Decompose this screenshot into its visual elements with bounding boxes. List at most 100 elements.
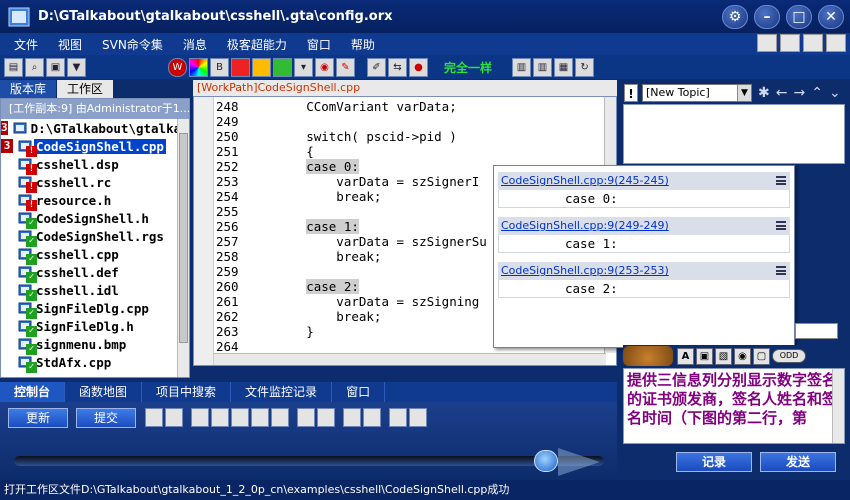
camera-icon[interactable]: ◉ <box>734 347 751 365</box>
image-icon[interactable]: ▣ <box>696 347 713 365</box>
open-folder-icon[interactable]: ▤ <box>4 57 23 77</box>
menu-window[interactable]: 窗口 <box>299 36 339 53</box>
tree-item[interactable]: 3 D:\GTalkabout\gtalkabo <box>1 119 189 137</box>
update-button[interactable]: 更新 <box>8 408 68 428</box>
tab-project-search[interactable]: 项目中搜索 <box>142 382 232 402</box>
menu-lines-icon[interactable] <box>776 266 786 275</box>
menu-lines-icon[interactable] <box>776 176 786 185</box>
menu-svn[interactable]: SVN命令集 <box>94 36 171 53</box>
code-line[interactable]: 263 } <box>216 324 314 339</box>
topic-select[interactable]: [New Topic] ▼ <box>642 84 752 102</box>
back-window-icon[interactable] <box>780 34 800 52</box>
chevron-down-icon[interactable]: ⌄ <box>829 85 841 101</box>
code-line[interactable]: 256 case 1: <box>216 219 359 234</box>
tree-item[interactable]: ✓ StdAfx.cpp <box>1 353 189 373</box>
tree-item[interactable]: ✓ SignFileDlg.h <box>1 317 189 337</box>
gear-d-icon[interactable] <box>251 408 269 427</box>
compare-both-icon[interactable]: ▦ <box>554 57 574 77</box>
tree-item[interactable]: ✓ csshell.def <box>1 263 189 283</box>
code-line[interactable]: 264 <box>216 339 246 354</box>
gear-c-icon[interactable] <box>231 408 249 427</box>
font-icon[interactable]: A <box>677 347 694 365</box>
menu-view[interactable]: 视图 <box>50 36 90 53</box>
menu-geek-powers[interactable]: 极客超能力 <box>219 36 295 53</box>
menu-help[interactable]: 帮助 <box>343 36 383 53</box>
tab-repository[interactable]: 版本库 <box>0 80 58 98</box>
tree-item[interactable]: ✓ CodeSignShell.h <box>1 209 189 229</box>
red-box-icon[interactable] <box>231 57 250 77</box>
code-line[interactable]: 262 break; <box>216 309 381 324</box>
maximize-button[interactable]: □ <box>786 5 812 29</box>
green-icon[interactable] <box>273 57 292 77</box>
code-line[interactable]: 255 <box>216 204 246 219</box>
arrow-right-icon[interactable]: → <box>793 85 805 101</box>
edit-icon[interactable]: ✐ <box>367 57 386 77</box>
color-wheel-icon[interactable] <box>189 57 208 77</box>
minimize-button[interactable]: – <box>754 5 780 29</box>
record-button[interactable]: 记录 <box>676 452 752 472</box>
frame-icon[interactable]: ▢ <box>753 347 770 365</box>
search-compare-icon[interactable] <box>317 408 335 427</box>
find-next-icon[interactable]: ◉ <box>315 57 334 77</box>
chevron-up-icon[interactable]: ⌃ <box>811 85 823 101</box>
chevron-down-icon[interactable]: ▼ <box>737 85 751 101</box>
link-icon[interactable] <box>363 408 381 427</box>
code-line[interactable]: 261 varData = szSigning <box>216 294 479 309</box>
code-line[interactable]: 254 break; <box>216 189 381 204</box>
forward-window-icon[interactable] <box>803 34 823 52</box>
tree-item[interactable]: ! resource.h <box>1 191 189 211</box>
flag-icon[interactable] <box>343 408 361 427</box>
b-icon[interactable]: B <box>210 57 229 77</box>
result-link[interactable]: CodeSignShell.cpp:9(245-245) <box>498 172 790 190</box>
gear-b-icon[interactable] <box>211 408 229 427</box>
send-button[interactable]: 发送 <box>760 452 836 472</box>
message-scrollbar[interactable] <box>832 369 844 443</box>
compare-right-icon[interactable]: ▥ <box>533 57 553 77</box>
tab-file-monitor[interactable]: 文件监控记录 <box>231 382 333 402</box>
menu-messages[interactable]: 消息 <box>175 36 215 53</box>
code-line[interactable]: 259 <box>216 264 246 279</box>
result-link[interactable]: CodeSignShell.cpp:9(249-249) <box>498 217 790 235</box>
settings-gear-icon[interactable]: ⚙ <box>722 5 748 29</box>
save-icon[interactable]: ▣ <box>46 57 65 77</box>
message-input[interactable]: 提供三信息列分别显示数字签名的证书颁发商，签名人姓名和签名时间（下图的第二行，第 <box>623 368 845 444</box>
tree-item[interactable]: ✓ csshell.cpp <box>1 245 189 265</box>
menu-file[interactable]: 文件 <box>6 36 46 53</box>
code-line[interactable]: 258 break; <box>216 249 381 264</box>
tree-scrollbar[interactable] <box>177 119 189 377</box>
tree-item[interactable]: ✓ SignFileDlg.cpp <box>1 299 189 319</box>
user-icon[interactable]: ● <box>409 57 428 77</box>
code-line[interactable]: 250 switch( pscid->pid ) <box>216 129 457 144</box>
image-view-icon[interactable] <box>409 408 427 427</box>
w-icon[interactable]: W <box>168 57 187 77</box>
tab-function-map[interactable]: 函数地图 <box>65 382 143 402</box>
filter-icon[interactable]: ▼ <box>67 57 86 77</box>
copy-icon[interactable] <box>165 408 183 427</box>
tab-window[interactable]: 窗口 <box>332 382 386 402</box>
close-document-icon[interactable] <box>826 34 846 52</box>
editor-horizontal-scrollbar[interactable] <box>214 353 606 365</box>
gear-e-icon[interactable] <box>271 408 289 427</box>
layout-list-icon[interactable] <box>757 34 777 52</box>
alert-icon[interactable]: ! <box>624 84 638 102</box>
code-line[interactable]: 251 { <box>216 144 314 159</box>
tab-console[interactable]: 控制台 <box>0 382 66 402</box>
tree-item[interactable]: ✓ csshell.idl <box>1 281 189 301</box>
commit-button[interactable]: 提交 <box>76 408 136 428</box>
menu-lines-icon[interactable] <box>776 221 786 230</box>
picture-icon[interactable]: ▧ <box>715 347 732 365</box>
code-line[interactable]: 253 varData = szSignerI <box>216 174 479 189</box>
calendar-icon[interactable] <box>389 408 407 427</box>
star-icon[interactable]: ✱ <box>758 85 770 101</box>
refresh-icon[interactable]: ↻ <box>575 57 595 77</box>
gear-a-icon[interactable] <box>191 408 209 427</box>
progress-knob[interactable] <box>533 450 558 472</box>
tree-item[interactable]: ! csshell.dsp <box>1 155 189 175</box>
code-line[interactable]: 249 <box>216 114 246 129</box>
dropdown-icon[interactable]: ▾ <box>294 57 313 77</box>
tree-item[interactable]: ✓ CodeSignShell.rgs <box>1 227 189 247</box>
right-input[interactable] <box>795 323 838 339</box>
code-line[interactable]: 257 varData = szSignerSu <box>216 234 487 249</box>
tree-item[interactable]: ! csshell.rc <box>1 173 189 193</box>
code-line[interactable]: 248 CComVariant varData; <box>216 99 457 114</box>
